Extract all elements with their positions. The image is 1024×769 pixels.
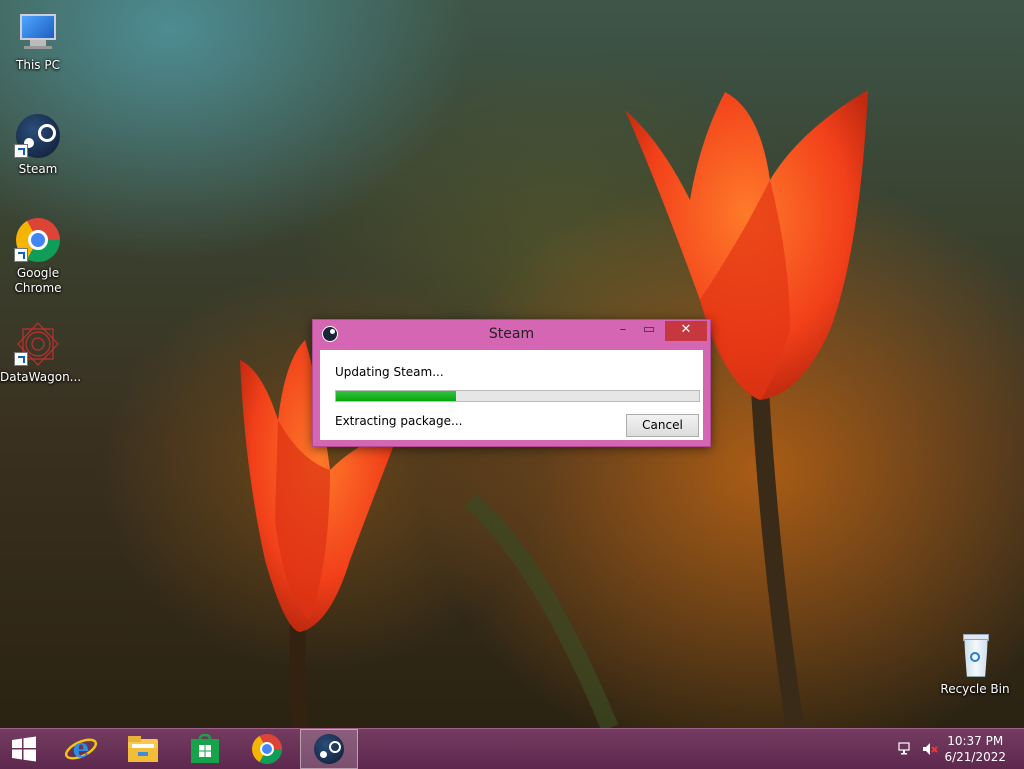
tray-volume[interactable] <box>922 741 938 757</box>
steam-icon <box>314 734 344 764</box>
cancel-button[interactable]: Cancel <box>626 414 699 437</box>
desktop-icon-steam[interactable]: Steam <box>0 112 76 177</box>
status-label: Updating Steam... <box>335 365 444 379</box>
datawagon-icon <box>14 320 62 368</box>
volume-muted-icon <box>923 743 938 755</box>
svg-text:e: e <box>73 734 90 764</box>
desktop-icon-label: Steam <box>18 162 58 176</box>
maximize-button[interactable]: ▭ <box>636 321 662 341</box>
chrome-icon <box>14 216 62 264</box>
minimize-button[interactable]: – <box>610 321 636 341</box>
windows-start-icon <box>12 736 36 762</box>
desktop-icon-label: DataWagon... <box>0 370 82 384</box>
start-button[interactable] <box>0 729 48 769</box>
steam-icon <box>14 112 62 160</box>
this-pc-icon <box>14 8 62 56</box>
clock-date: 6/21/2022 <box>944 750 1006 764</box>
internet-explorer-icon: e <box>64 734 98 764</box>
chrome-icon <box>252 734 282 764</box>
desktop-icon-datawagon[interactable]: DataWagon... <box>0 320 82 385</box>
desktop-icon-this-pc[interactable]: This PC <box>0 8 76 73</box>
desktop-icon-label: Recycle Bin <box>940 682 1010 696</box>
network-icon <box>898 742 910 755</box>
taskbar-store[interactable] <box>176 729 234 769</box>
desktop-icon-label: This PC <box>16 58 60 72</box>
taskbar-clock[interactable]: 10:37 PM 6/21/2022 <box>944 733 1006 765</box>
close-button[interactable]: ✕ <box>665 321 707 341</box>
taskbar: e 10:37 PM 6/21/2022 <box>0 728 1024 769</box>
file-explorer-icon <box>128 736 158 762</box>
steam-update-dialog[interactable]: Steam – ▭ ✕ Updating Steam... Extracting… <box>312 319 711 447</box>
detail-label: Extracting package... <box>335 414 463 428</box>
tray-network[interactable] <box>898 741 914 757</box>
desktop[interactable]: This PC Steam Google Chrome DataWagon...… <box>0 0 1024 728</box>
taskbar-chrome[interactable] <box>238 729 296 769</box>
update-progress-bar <box>335 390 700 402</box>
recycle-bin-icon <box>951 632 999 680</box>
dialog-body: Updating Steam... Extracting package... … <box>320 350 703 440</box>
taskbar-steam[interactable] <box>300 729 358 769</box>
desktop-icon-label: Google Chrome <box>14 266 62 295</box>
desktop-icon-recycle-bin[interactable]: Recycle Bin <box>937 632 1013 697</box>
store-icon <box>191 734 219 763</box>
progress-fill <box>336 391 456 401</box>
taskbar-file-explorer[interactable] <box>114 729 172 769</box>
clock-time: 10:37 PM <box>947 734 1004 748</box>
desktop-icon-chrome[interactable]: Google Chrome <box>0 216 76 296</box>
taskbar-internet-explorer[interactable]: e <box>52 729 110 769</box>
